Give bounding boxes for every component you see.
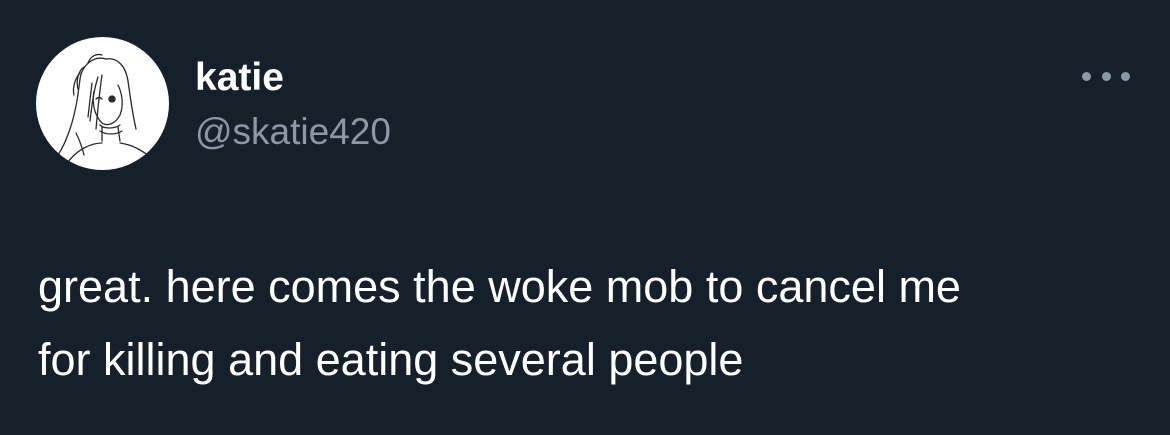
avatar[interactable] (36, 37, 169, 170)
sketch-portrait-icon (57, 53, 159, 166)
more-dot (1082, 71, 1091, 81)
tweet-card: katie @skatie420 great. here comes the w… (0, 0, 1170, 435)
more-dot (1121, 71, 1130, 81)
more-dot (1101, 71, 1111, 81)
tweet-text: great. here comes the woke mob to cancel… (38, 261, 961, 385)
author-display-name[interactable]: katie (195, 56, 284, 100)
author-handle[interactable]: @skatie420 (195, 110, 391, 154)
more-options-icon[interactable] (1082, 64, 1130, 88)
